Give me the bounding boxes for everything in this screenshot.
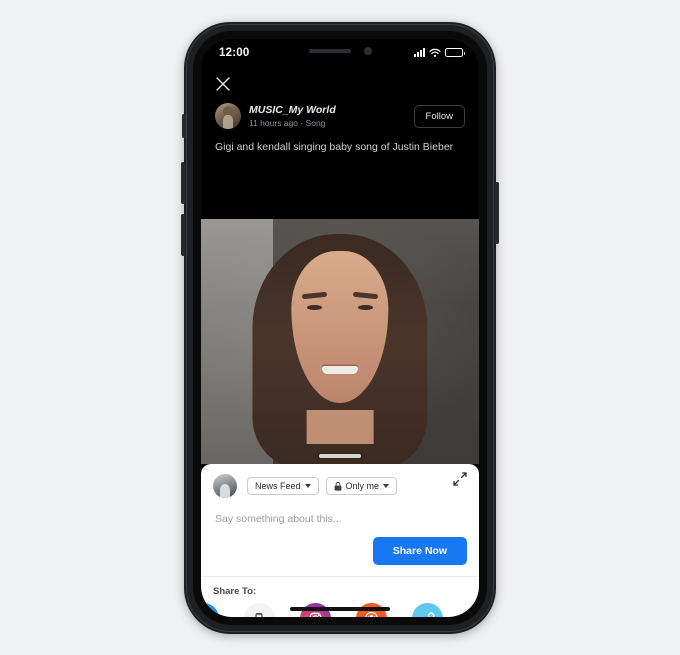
author-avatar[interactable] [215,103,241,129]
status-time: 12:00 [219,46,250,59]
share-now-row: Share Now [201,526,479,577]
privacy-selector-label: Only me [345,481,380,491]
volume-down-button[interactable] [181,214,185,256]
post-caption: Gigi and kendall singing baby song of Ju… [215,141,454,153]
earpiece-speaker [308,48,351,53]
video-subject-neck [306,410,374,445]
post-author-row: MUSIC_My World 11 hours ago · Song Follo… [201,101,479,129]
front-camera [363,46,372,55]
copy-link-icon [411,603,443,617]
more-dots-icon [467,603,480,617]
video-subject-mouth [321,366,359,375]
close-row [201,67,479,101]
chevron-down-icon [304,484,311,488]
volume-up-button[interactable] [181,162,185,204]
cellular-signal-icon [414,48,425,57]
composer-top-row: News Feed Only me [201,464,479,498]
share-target-messenger[interactable]: Messenger [201,603,225,617]
battery-icon [445,48,465,57]
chevron-down-icon [383,484,390,488]
privacy-selector-chip[interactable]: Only me [325,477,398,495]
audience-selector-label: News Feed [255,481,301,491]
wifi-icon [429,48,441,57]
silent-switch-button[interactable] [182,114,186,138]
video-frame [201,219,479,464]
video-player[interactable] [201,219,479,464]
video-subject-eye-right [358,304,374,310]
sms-phone-icon [243,603,275,617]
phone-device-frame: MUSIC_My World 11 hours ago · Song Follo… [181,22,499,634]
avatar[interactable] [213,474,237,498]
close-icon[interactable] [215,76,231,92]
audience-selector-chip[interactable]: News Feed [247,477,319,495]
share-target-copy-link[interactable]: Copy Link [405,603,449,617]
share-to-label: Share To: [213,586,257,597]
messenger-icon [201,603,219,617]
power-button[interactable] [495,182,499,244]
share-target-more[interactable]: More [461,603,479,617]
more-dots [474,616,480,617]
follow-button[interactable]: Follow [413,104,465,128]
home-indicator[interactable] [290,607,390,611]
drag-handle[interactable] [319,454,361,458]
phone-screen: MUSIC_My World 11 hours ago · Song Follo… [201,39,479,617]
video-subject-eye-left [306,304,322,310]
lock-icon [334,481,341,491]
status-icons [414,48,465,58]
composer-input[interactable]: Say something about this... [201,498,479,526]
share-sheet: News Feed Only me Say something about th… [201,464,479,617]
expand-icon[interactable] [453,472,467,486]
post-meta: 11 hours ago · Song [249,117,326,128]
author-name[interactable]: MUSIC_My World [249,104,414,117]
device-notch [270,39,410,62]
share-now-button[interactable]: Share Now [372,537,467,565]
composer-chips: News Feed Only me [247,477,398,495]
sheet-drag-handle-wrap [201,454,479,458]
author-text-block: MUSIC_My World 11 hours ago · Song [249,104,414,129]
share-target-sms[interactable]: SMS [237,603,281,617]
